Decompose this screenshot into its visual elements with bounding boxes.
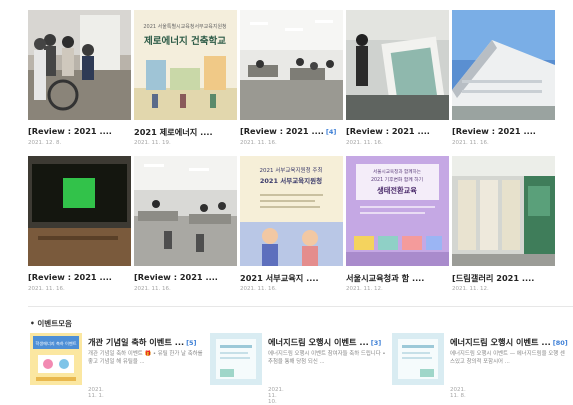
event-summary: 에너지드림 오행시 이벤트 — 에너지드림을 오행 센스있고 창의적 포함시어 …: [450, 351, 565, 365]
poster-title: 생태전환교육: [377, 186, 417, 195]
post-thumbnail[interactable]: [28, 156, 131, 266]
post-title[interactable]: [드림갤러리 2021 ....: [452, 272, 555, 284]
post-title[interactable]: [Review : 2021 ....: [28, 126, 131, 136]
post-date: 2021. 11. 16.: [134, 286, 171, 292]
post-title[interactable]: 2021 제로에너지 ....: [134, 126, 237, 138]
poster-title: 제로에너지 건축학교: [144, 35, 226, 47]
poster-subtitle: 2021 서부교육지원청 주최: [259, 166, 322, 174]
poster-subtitle: 서울시교육청과 함께하는: [373, 168, 421, 175]
poster-subtitle: 2021 기후변화 함께 하기: [371, 176, 423, 183]
post-date: 2021. 11. 12.: [346, 286, 383, 292]
event-poster-title: 학생에너지 축하 이벤트: [35, 340, 76, 347]
event-title[interactable]: 에너지드림 오행시 이벤트 ... [80]: [450, 336, 568, 348]
section-title: • 이벤트모음: [30, 319, 72, 328]
event-title[interactable]: 에너지드림 오행시 이벤트 ... [3]: [268, 336, 381, 348]
poster-subtitle: 2021 서울특별시교육청서부교육지원청: [143, 23, 226, 30]
post-thumbnail[interactable]: [452, 156, 555, 266]
post-date: 2021. 12. 8.: [28, 140, 62, 146]
post-date: 2021. 11. 16.: [452, 140, 489, 146]
event-summary: 에너지드림 오행시 이벤트 참여자들 축하 드립니다 • 추첨을 통해 당첨 되…: [268, 351, 386, 365]
event-date: 2021. 11. 1.: [88, 387, 104, 399]
post-title[interactable]: [Review : 2021 ....: [452, 126, 555, 136]
post-date: 2021. 11. 12.: [452, 286, 489, 292]
post-thumbnail[interactable]: [452, 10, 555, 120]
post-thumbnail[interactable]: [240, 10, 343, 120]
post-date: 2021. 11. 16.: [346, 140, 383, 146]
event-date: 2021. 11. 8.: [450, 387, 466, 399]
event-thumbnail[interactable]: [392, 333, 444, 385]
post-title[interactable]: [Review : 2021 .... [4]: [240, 126, 343, 136]
post-thumbnail[interactable]: [346, 10, 449, 120]
poster-title: 2021 서부교육지원청: [260, 176, 322, 185]
event-thumbnail[interactable]: 학생에너지 축하 이벤트: [30, 333, 82, 385]
post-thumbnail[interactable]: 2021 서부교육지원청 주최 2021 서부교육지원청: [240, 156, 343, 266]
post-date: 2021. 11. 16.: [240, 140, 277, 146]
comment-count-badge: [4]: [325, 128, 337, 136]
comment-count-badge: [3]: [370, 339, 382, 347]
post-thumbnail[interactable]: [28, 10, 131, 120]
post-date: 2021. 11. 19.: [134, 140, 171, 146]
comment-count-badge: [80]: [552, 339, 568, 347]
post-thumbnail[interactable]: 서울시교육청과 함께하는 2021 기후변화 함께 하기 생태전환교육: [346, 156, 449, 266]
event-title[interactable]: 개관 기념일 축하 이벤트 ... [5]: [88, 336, 197, 348]
post-title[interactable]: [Review : 2021 ....: [28, 272, 131, 282]
post-title[interactable]: 서울시교육청과 함 ....: [346, 272, 449, 284]
post-title[interactable]: [Review : 2021 ....: [346, 126, 449, 136]
post-date: 2021. 11. 16.: [240, 286, 277, 292]
event-thumbnail[interactable]: [210, 333, 262, 385]
post-thumbnail[interactable]: [134, 156, 237, 266]
section-divider: [28, 306, 573, 307]
post-date: 2021. 11. 16.: [28, 286, 65, 292]
event-summary: 개관 기념일 축하 이벤트 🎁 • 유틸 한가 날 축하를 좋고 기념일 해 유…: [88, 351, 203, 365]
post-title[interactable]: 2021 서부교육지 ....: [240, 272, 343, 284]
event-date: 2021. 11. 10.: [268, 387, 284, 405]
post-title[interactable]: [Review : 2021 ....: [134, 272, 237, 282]
comment-count-badge: [5]: [186, 339, 197, 347]
post-thumbnail[interactable]: 2021 서울특별시교육청서부교육지원청 제로에너지 건축학교: [134, 10, 237, 120]
